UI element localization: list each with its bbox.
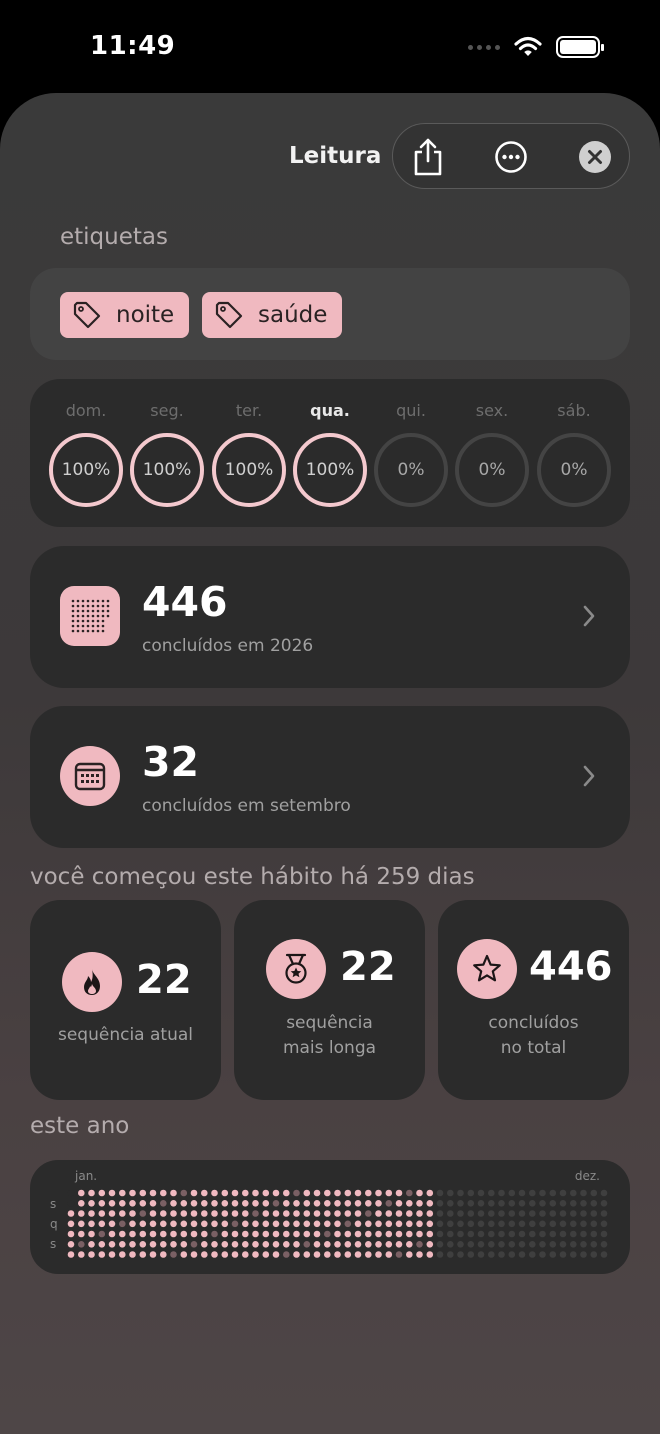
more-options-button[interactable] [476, 124, 546, 190]
current-streak-value: 22 [136, 957, 192, 1003]
day-progress-ring: 100% [49, 433, 123, 507]
day-progress-ring: 100% [130, 433, 204, 507]
tags-section-label: etiquetas [60, 224, 168, 250]
month-completions-card[interactable]: 32 concluídos em setembro [30, 706, 630, 848]
tag-icon [215, 301, 243, 329]
day-friday[interactable]: sex. 0% [452, 379, 532, 527]
day-label: seg. [150, 401, 184, 420]
tags-card: noite saúde [30, 268, 630, 360]
month-completions-caption: concluídos em setembro [142, 796, 351, 816]
total-completions-caption-line1: concluídos [488, 1013, 579, 1033]
chevron-right-icon [583, 765, 595, 787]
share-icon [414, 138, 442, 176]
day-progress-ring: 0% [537, 433, 611, 507]
day-label: sáb. [557, 401, 591, 420]
dot-grid-icon [60, 586, 120, 646]
longest-streak-value: 22 [340, 944, 396, 990]
day-label: qui. [396, 401, 426, 420]
total-completions-value: 446 [529, 944, 613, 990]
status-bar: 11:49 [0, 0, 660, 95]
longest-streak-caption-line1: sequência [286, 1013, 373, 1033]
day-progress-ring: 100% [293, 433, 367, 507]
year-completions-card[interactable]: 446 concluídos em 2026 [30, 546, 630, 688]
status-time: 11:49 [90, 31, 176, 61]
day-wednesday[interactable]: qua. 100% [290, 379, 370, 527]
year-heatmap-card[interactable]: jan. dez. s q s [30, 1160, 630, 1274]
day-label: sex. [475, 401, 509, 420]
day-tuesday[interactable]: ter. 100% [209, 379, 289, 527]
status-icons [468, 36, 604, 58]
day-monday[interactable]: seg. 100% [127, 379, 207, 527]
flame-icon [62, 952, 122, 1012]
day-saturday[interactable]: sáb. 0% [534, 379, 614, 527]
tag-label: saúde [258, 302, 328, 328]
year-heatmap-grid [67, 1189, 608, 1258]
tag-noite[interactable]: noite [60, 292, 189, 338]
day-thursday[interactable]: qui. 0% [371, 379, 451, 527]
wifi-icon [514, 36, 542, 56]
total-completions-card: 446 concluídos no total [438, 900, 629, 1100]
longest-streak-card: 22 sequência mais longa [234, 900, 425, 1100]
medal-icon [266, 939, 326, 999]
longest-streak-caption-line2: mais longa [282, 1038, 377, 1058]
star-icon [457, 939, 517, 999]
battery-icon [556, 36, 604, 58]
day-progress-ring: 0% [374, 433, 448, 507]
chevron-right-icon [583, 605, 595, 627]
this-year-label: este ano [30, 1113, 130, 1139]
tag-label: noite [116, 302, 175, 328]
current-streak-caption: sequência atual [57, 1025, 193, 1045]
ellipsis-icon [495, 141, 527, 173]
day-label-today: qua. [310, 401, 350, 420]
habit-start-text: você começou este hábito há 259 dias [30, 864, 475, 890]
share-button[interactable] [393, 124, 463, 190]
close-button[interactable] [560, 124, 630, 190]
total-completions-caption-line2: no total [500, 1038, 567, 1058]
month-completions-value: 32 [142, 738, 200, 786]
tag-icon [73, 301, 101, 329]
day-sunday[interactable]: dom. 100% [46, 379, 126, 527]
current-streak-card: 22 sequência atual [30, 900, 221, 1100]
habit-title: Leitura [289, 143, 382, 169]
calendar-icon [60, 746, 120, 806]
header-toolbar [392, 123, 630, 189]
day-progress-ring: 100% [212, 433, 286, 507]
week-progress-card: dom. 100% seg. 100% ter. 100% qua. 100% … [30, 379, 630, 527]
day-progress-ring: 0% [455, 433, 529, 507]
year-completions-caption: concluídos em 2026 [142, 636, 314, 656]
day-label: ter. [235, 401, 263, 420]
day-label: dom. [65, 401, 107, 420]
year-completions-value: 446 [142, 578, 228, 626]
cellular-signal-icon [468, 44, 500, 50]
tag-saude[interactable]: saúde [202, 292, 342, 338]
close-icon [579, 141, 611, 173]
